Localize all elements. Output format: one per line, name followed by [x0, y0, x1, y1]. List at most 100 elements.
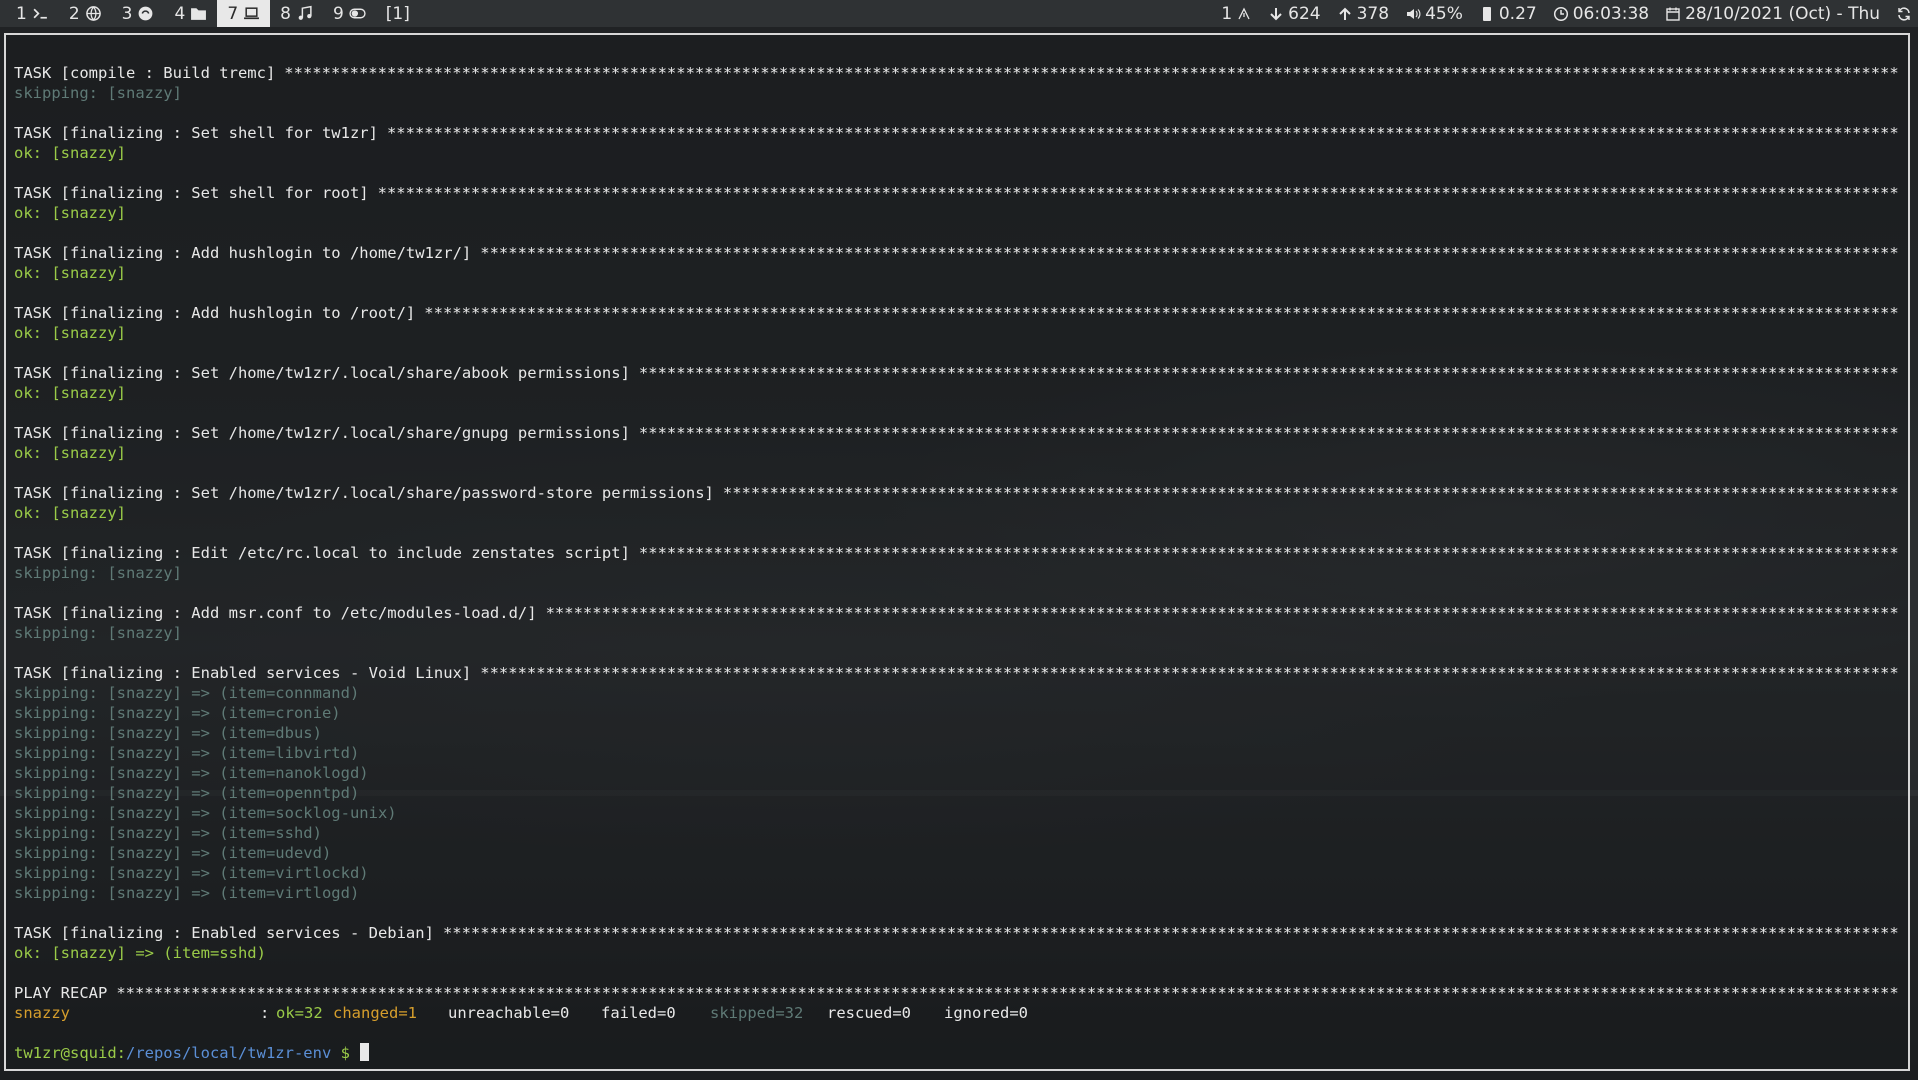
- load-indicator: 0.27: [1479, 4, 1537, 24]
- task-separator: ****************************************…: [480, 244, 1900, 262]
- task-separator: ****************************************…: [638, 424, 1900, 442]
- task-result: skipping: [snazzy] => (item=connmand): [14, 684, 360, 702]
- task-result: ok: [snazzy]: [14, 504, 126, 522]
- task-name: TASK [finalizing : Add msr.conf to /etc/…: [14, 604, 537, 622]
- workspace-7[interactable]: 7: [217, 0, 271, 27]
- task-separator: ****************************************…: [545, 604, 1900, 622]
- task-separator: ****************************************…: [638, 364, 1900, 382]
- workspace-8[interactable]: 8: [270, 0, 323, 27]
- workspace-2[interactable]: 2: [59, 0, 112, 27]
- task-result: skipping: [snazzy]: [14, 624, 182, 642]
- volume-indicator[interactable]: 45%: [1405, 4, 1463, 24]
- volume-level: 45%: [1425, 3, 1463, 24]
- recap-summary-row: snazzy: ok=32 changed=1 unreachable=0 failed…: [14, 1003, 1900, 1023]
- task-name: TASK [compile : Build tremc]: [14, 64, 276, 82]
- prompt-symbol: $: [340, 1044, 350, 1062]
- chat-icon: [139, 6, 153, 21]
- toggle-icon: [349, 8, 366, 19]
- task-separator: ****************************************…: [638, 544, 1900, 562]
- date[interactable]: 28/10/2021 (Oct) - Thu: [1665, 4, 1880, 24]
- cpu-load: 0.27: [1498, 3, 1537, 24]
- task-header: TASK [finalizing : Set shell for tw1zr] *…: [14, 123, 1900, 143]
- folder-icon: [191, 8, 207, 20]
- task-separator: ****************************************…: [442, 924, 1900, 942]
- recap-host: snazzy: [14, 1004, 70, 1022]
- recap-ok: ok=32: [276, 1004, 323, 1022]
- task-name: TASK [finalizing : Edit /etc/rc.local to…: [14, 544, 630, 562]
- workspace-number: 3: [121, 3, 133, 24]
- updates-indicator[interactable]: 1: [1221, 4, 1252, 24]
- task-result: ok: [snazzy]: [14, 144, 126, 162]
- workspace-9[interactable]: 9: [323, 0, 376, 27]
- download-speed: 624: [1288, 3, 1321, 24]
- task-header: TASK [finalizing : Add msr.conf to /etc/…: [14, 603, 1900, 623]
- recap-title: PLAY RECAP: [14, 984, 108, 1002]
- play-recap-header: PLAY RECAP ******************************…: [14, 983, 1900, 1003]
- task-name: TASK [finalizing : Enabled services - De…: [14, 924, 434, 942]
- workspace-number: 2: [68, 3, 80, 24]
- task-result: skipping: [snazzy] => (item=udevd): [14, 844, 332, 862]
- workspace-number: 7: [227, 3, 239, 24]
- clock-icon: [1553, 6, 1568, 21]
- refresh-indicator[interactable]: [1896, 6, 1912, 22]
- task-header: TASK [finalizing : Set /home/tw1zr/.loca…: [14, 363, 1900, 383]
- task-result: skipping: [snazzy] => (item=sshd): [14, 824, 322, 842]
- speaker-icon: [1407, 8, 1421, 19]
- task-result: ok: [snazzy]: [14, 384, 126, 402]
- updates-count: 1: [1221, 3, 1233, 24]
- task-result: skipping: [snazzy] => (item=dbus): [14, 724, 322, 742]
- upload-speed: 378: [1356, 3, 1390, 24]
- task-result: skipping: [snazzy]: [14, 564, 182, 582]
- task-name: TASK [finalizing : Set /home/tw1zr/.loca…: [14, 424, 630, 442]
- task-result: skipping: [snazzy] => (item=libvirtd): [14, 744, 360, 762]
- task-result: ok: [snazzy] => (item=sshd): [14, 944, 266, 962]
- task-name: TASK [finalizing : Set /home/tw1zr/.loca…: [14, 484, 714, 502]
- shell-prompt[interactable]: tw1zr@squid:/repos/local/tw1zr-env $: [14, 1043, 1900, 1063]
- workspace-3[interactable]: 3: [112, 0, 165, 27]
- prompt-user-host: tw1zr@squid:: [14, 1044, 126, 1062]
- calendar-icon: [1666, 7, 1680, 21]
- globe-icon: [85, 6, 101, 21]
- task-result: skipping: [snazzy] => (item=socklog-unix…: [14, 804, 397, 822]
- task-result: ok: [snazzy]: [14, 204, 126, 222]
- workspace-4[interactable]: 4: [164, 0, 217, 27]
- task-header: TASK [finalizing : Enabled services - De…: [14, 923, 1900, 943]
- terminal-window[interactable]: TASK [compile : Build tremc] ************…: [4, 33, 1910, 1071]
- task-separator: ****************************************…: [284, 64, 1900, 82]
- task-result: skipping: [snazzy] => (item=openntpd): [14, 784, 360, 802]
- arrow-down-icon: [1270, 7, 1282, 20]
- workspace-1[interactable]: 1: [6, 0, 59, 27]
- text-cursor: [359, 1043, 369, 1061]
- task-header: TASK [finalizing : Set /home/tw1zr/.loca…: [14, 423, 1900, 443]
- task-separator: ****************************************…: [386, 124, 1900, 142]
- task-name: TASK [finalizing : Add hushlogin to /roo…: [14, 304, 416, 322]
- task-separator: ****************************************…: [424, 304, 1900, 322]
- task-header: TASK [finalizing : Add hushlogin to /roo…: [14, 303, 1900, 323]
- status-area: 1 624 378 45% 0.27 06:03:38 28/10/2021 (…: [1221, 0, 1912, 27]
- window-count: [1]: [385, 3, 410, 24]
- task-result: ok: [snazzy]: [14, 324, 126, 342]
- prompt-path: /repos/local/tw1zr-env: [125, 1044, 332, 1062]
- recap-skipped: skipped=32: [710, 1004, 804, 1022]
- task-separator: ****************************************…: [722, 484, 1900, 502]
- clock-time: 06:03:38: [1572, 3, 1650, 24]
- task-header: TASK [finalizing : Set shell for root] **…: [14, 183, 1900, 203]
- task-result: skipping: [snazzy] => (item=nanoklogd): [14, 764, 369, 782]
- cpu-icon: [1482, 6, 1491, 21]
- task-result: skipping: [snazzy] => (item=cronie): [14, 704, 341, 722]
- task-name: TASK [finalizing : Set shell for root]: [14, 184, 369, 202]
- arrow-up-icon: [1338, 7, 1351, 20]
- task-result: ok: [snazzy]: [14, 264, 126, 282]
- recap-changed: changed=1: [333, 1004, 417, 1022]
- laptop-icon: [244, 7, 260, 20]
